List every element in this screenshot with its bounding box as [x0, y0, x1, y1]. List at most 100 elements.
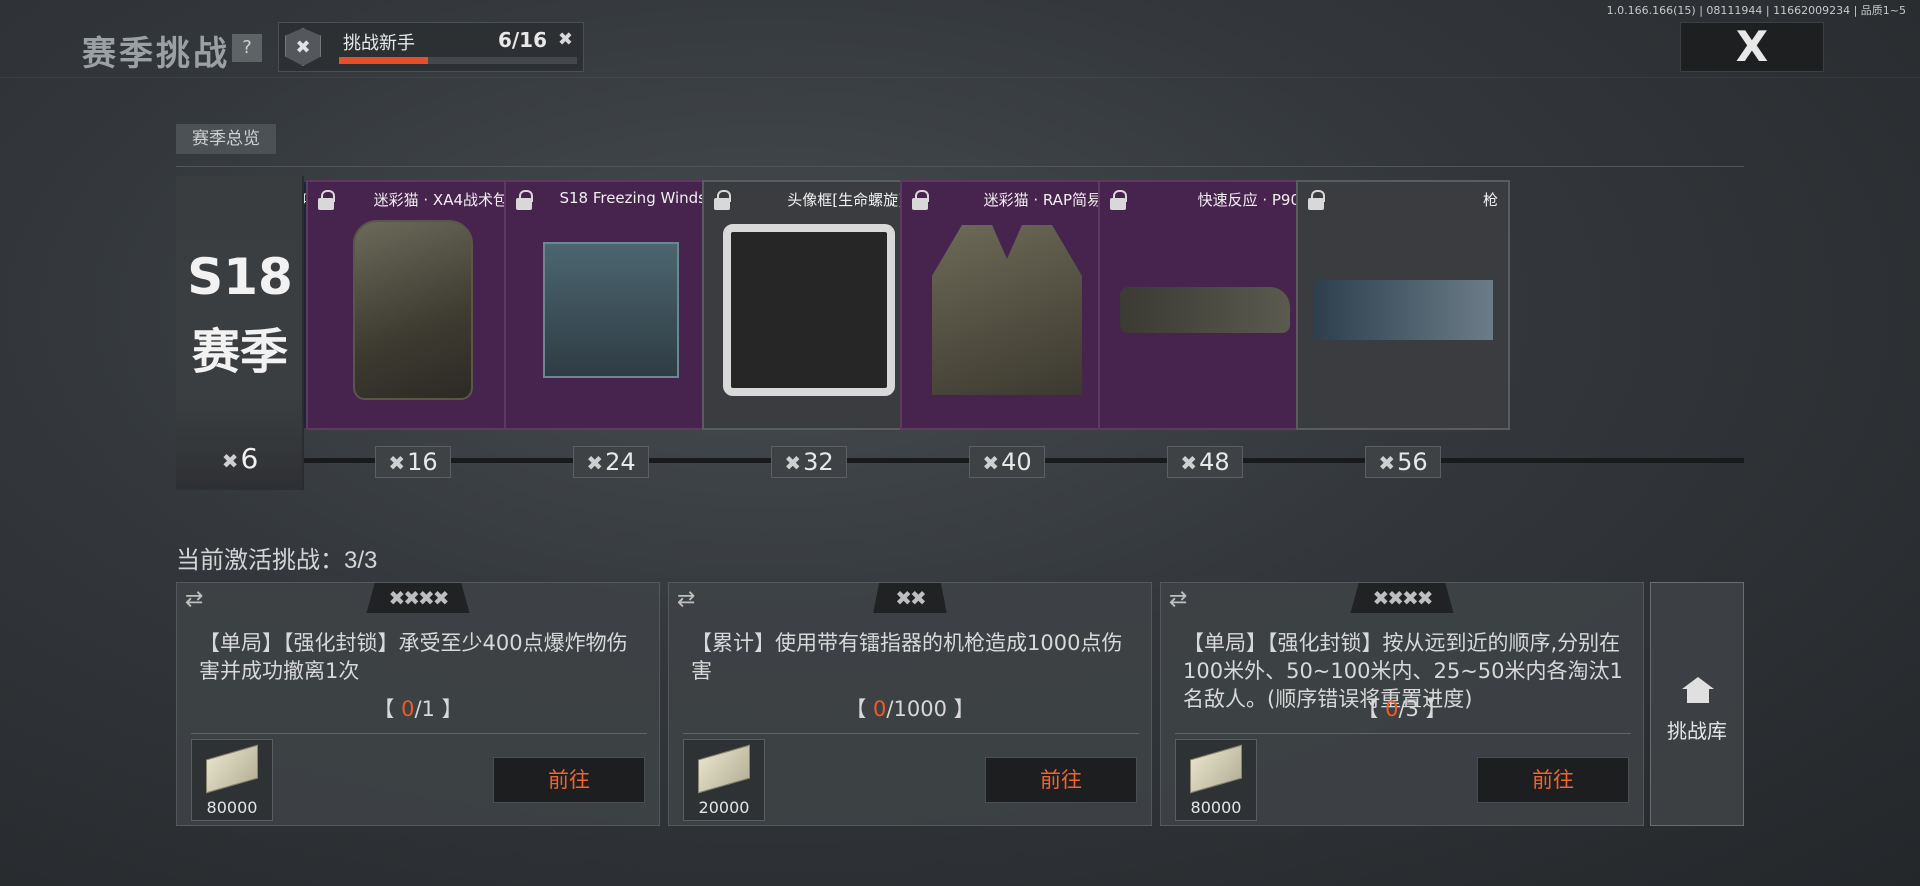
star-icon: ✖: [388, 451, 406, 475]
star-icon: ✖: [557, 29, 573, 50]
star-icon: ✖: [1180, 451, 1198, 475]
star-icon: ✖: [1378, 451, 1396, 475]
tab-season-overview[interactable]: 赛季总览: [176, 124, 276, 154]
rank-progress-fill: [339, 57, 429, 64]
progress-total: /1000: [886, 697, 947, 721]
reward-cost: ✖16: [375, 446, 451, 478]
reward-card: S18 Freezing Winds: [504, 180, 718, 430]
rank-progress-panel[interactable]: ✖ 挑战新手 6/16 ✖: [278, 22, 584, 72]
difficulty-stars: ✖✖✖✖: [366, 583, 470, 613]
album-icon: [543, 241, 679, 378]
challenge-description: 【累计】使用带有镭指器的机枪造成1000点伤害: [691, 631, 1123, 683]
season-badge-subtitle: 赛季: [191, 324, 288, 380]
reward-art: [543, 241, 679, 378]
reward-amount: 80000: [1190, 798, 1242, 817]
cash-icon: [1190, 744, 1242, 794]
reward-cost-value: 56: [1397, 448, 1428, 476]
lock-icon: [714, 190, 732, 210]
reward-art: [932, 224, 1082, 395]
star-icon: ✖: [221, 449, 239, 473]
star-icon: ✖: [784, 451, 802, 475]
go-button[interactable]: 前往: [1477, 757, 1629, 803]
reward-cost-value: 16: [407, 448, 438, 476]
challenge-library-button[interactable]: 挑战库: [1650, 582, 1744, 826]
reward-cost-value: 40: [1001, 448, 1032, 476]
reward-item[interactable]: 迷彩猫 · RAP简易 ✖40: [900, 180, 1114, 478]
progress-current: 0: [873, 697, 887, 721]
reward-card: 头像框[生命螺旋]: [702, 180, 916, 430]
season-badge-title: S18: [187, 248, 293, 306]
reward-art: [353, 219, 473, 400]
reward-cost-value: 24: [605, 448, 636, 476]
rank-progress-text: 6/16: [497, 28, 547, 52]
progress-current: 0: [1385, 697, 1399, 721]
reward-thumbnail[interactable]: 80000: [1175, 739, 1257, 821]
rank-name: 挑战新手: [343, 33, 415, 54]
reward-item[interactable]: 枪 ✖56: [1296, 180, 1510, 478]
reward-thumbnail[interactable]: 80000: [191, 739, 273, 821]
progress-total: /1: [414, 697, 435, 721]
divider: [176, 166, 1744, 167]
reward-item[interactable]: 头像框[生命螺旋] ✖32: [702, 180, 916, 478]
banner-icon: [1313, 279, 1493, 340]
challenge-library-label: 挑战库: [1667, 719, 1727, 743]
reward-cost: ✖24: [573, 446, 649, 478]
rank-emblem-icon: ✖: [285, 28, 321, 66]
cash-icon: [698, 744, 750, 794]
cash-icon: [206, 744, 258, 794]
go-button[interactable]: 前往: [985, 757, 1137, 803]
reward-amount: 80000: [206, 798, 258, 817]
active-count: 3/3: [344, 547, 378, 574]
star-icon: ✖: [982, 451, 1000, 475]
top-bar: 赛季挑战 ? ✖ 挑战新手 6/16 ✖ X: [0, 0, 1920, 78]
challenge-card[interactable]: ⇄ ✖✖ 【累计】使用带有镭指器的机枪造成1000点伤害【 0/1000 】 2000…: [668, 582, 1152, 826]
reward-art: [1120, 286, 1290, 333]
difficulty-stars: ✖✖: [873, 583, 947, 613]
reward-item[interactable]: 快速反应 · P90 ✖48: [1098, 180, 1312, 478]
reward-card: 迷彩猫 · XA4战术包: [306, 180, 520, 430]
challenge-progress: 【 0/3 】: [1357, 697, 1447, 721]
reward-name: 枪: [1482, 191, 1498, 209]
reward-cost: ✖32: [771, 446, 847, 478]
go-button[interactable]: 前往: [493, 757, 645, 803]
rank-progress-bar: [339, 57, 577, 64]
swap-icon[interactable]: ⇄: [185, 587, 203, 612]
vest-icon: [932, 224, 1082, 395]
reward-cost: ✖40: [969, 446, 1045, 478]
challenge-card[interactable]: ⇄ ✖✖✖✖ 【单局】【强化封锁】按从远到近的顺序,分别在100米外、50~100米…: [1160, 582, 1644, 826]
season-badge-cost-value: 6: [240, 442, 259, 475]
close-button[interactable]: X: [1680, 22, 1824, 72]
challenge-description: 【单局】【强化封锁】承受至少400点爆炸物伤害并成功撤离1次: [199, 631, 628, 683]
progress-total: /3: [1398, 697, 1419, 721]
lock-icon: [516, 190, 534, 210]
reward-cost: ✖48: [1167, 446, 1243, 478]
reward-cost-value: 32: [803, 448, 834, 476]
lock-icon: [1110, 190, 1128, 210]
season-badge-cost: ✖6: [176, 442, 304, 475]
swap-icon[interactable]: ⇄: [1169, 587, 1187, 612]
reward-name: 快速反应 · P90: [1197, 191, 1300, 209]
help-icon[interactable]: ?: [232, 34, 262, 62]
difficulty-stars: ✖✖✖✖: [1350, 583, 1454, 613]
reward-amount: 20000: [698, 798, 750, 817]
rewards-track[interactable]: 硅咿 S18 赛季 ✖6 迷彩猫 · XA4战术包✖16S18 Freezing…: [176, 176, 1744, 496]
season-badge: S18 赛季 ✖6: [176, 176, 304, 490]
active-challenges-label: 当前激活挑战：3/3: [176, 540, 377, 575]
reward-item[interactable]: S18 Freezing Winds ✖24: [504, 180, 718, 478]
divider: [191, 733, 647, 734]
lock-icon: [318, 190, 336, 210]
divider: [683, 733, 1139, 734]
progress-current: 0: [401, 697, 415, 721]
challenge-card[interactable]: ⇄ ✖✖✖✖ 【单局】【强化封锁】承受至少400点爆炸物伤害并成功撤离1次【 0/1…: [176, 582, 660, 826]
challenge-progress: 【 0/1000 】: [845, 697, 975, 721]
home-icon: [1682, 677, 1714, 703]
lock-icon: [1308, 190, 1326, 210]
reward-name: 迷彩猫 · RAP简易: [983, 191, 1102, 209]
lock-icon: [912, 190, 930, 210]
swap-icon[interactable]: ⇄: [677, 587, 695, 612]
reward-item[interactable]: 迷彩猫 · XA4战术包 ✖16: [306, 180, 520, 478]
reward-thumbnail[interactable]: 20000: [683, 739, 765, 821]
backpack-icon: [353, 219, 473, 400]
reward-art: [1313, 279, 1493, 340]
reward-name: 迷彩猫 · XA4战术包: [373, 191, 508, 209]
